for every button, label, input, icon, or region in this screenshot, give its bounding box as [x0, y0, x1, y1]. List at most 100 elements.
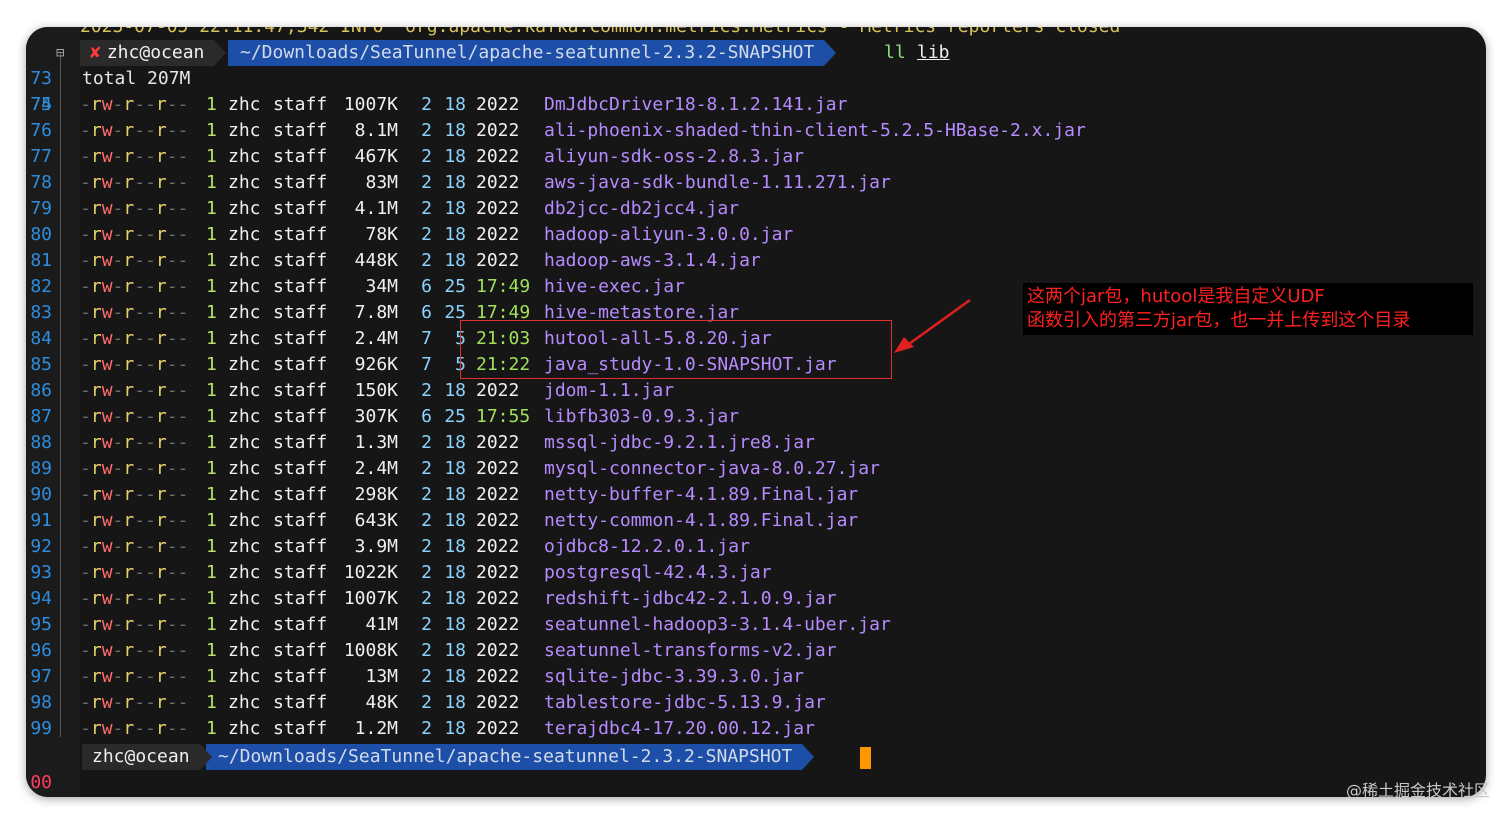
file-year-or-time: 17:49 — [476, 276, 531, 297]
annotation-line-2: 函数引入的第三方jar包，也一并上传到这个目录 — [1027, 310, 1411, 331]
prompt-path-segment: ~/Downloads/SeaTunnel/apache-seatunnel-2… — [228, 40, 837, 66]
file-row: 94 -rw-r--r-- 1 zhc staff 1007K 2 18 2022 redshif… — [26, 586, 1486, 612]
fold-icon[interactable]: ⊟ — [56, 40, 64, 66]
file-size: 8.1M — [354, 120, 398, 141]
file-row: 98 -rw-r--r-- 1 zhc staff 48K 2 18 2022 tablestor… — [26, 690, 1486, 716]
file-row: 81 -rw-r--r-- 1 zhc staff 448K 2 18 2022 hadoop-a… — [26, 248, 1486, 274]
file-group: staff — [273, 224, 328, 245]
total-text: total 207M — [82, 68, 191, 89]
file-size: 4.1M — [354, 198, 398, 219]
arrow-icon — [894, 298, 971, 353]
file-group: staff — [273, 458, 328, 479]
file-name: DmJdbcDriver18-8.1.2.141.jar — [544, 94, 848, 115]
file-permissions: -rw-r--r-- — [80, 120, 189, 141]
file-link-count: 1 — [206, 354, 217, 375]
file-month: 2 — [421, 510, 432, 531]
file-link-count: 1 — [206, 302, 217, 323]
file-day: 18 — [444, 640, 466, 661]
file-name: seatunnel-transforms-v2.jar — [544, 640, 837, 661]
file-name: aws-java-sdk-bundle-1.11.271.jar — [544, 172, 891, 193]
file-name: sqlite-jdbc-3.39.3.0.jar — [544, 666, 805, 687]
file-link-count: 1 — [206, 276, 217, 297]
file-permissions: -rw-r--r-- — [80, 172, 189, 193]
file-group: staff — [273, 484, 328, 505]
file-month: 2 — [421, 432, 432, 453]
cursor-block[interactable] — [860, 747, 871, 769]
file-month: 2 — [421, 172, 432, 193]
file-row: 97 -rw-r--r-- 1 zhc staff 13M 2 18 2022 sqlite-jd… — [26, 664, 1486, 690]
file-permissions: -rw-r--r-- — [80, 302, 189, 323]
file-permissions: -rw-r--r-- — [80, 146, 189, 167]
file-group: staff — [273, 380, 328, 401]
file-size: 448K — [354, 250, 398, 271]
prompt-path: ~/Downloads/SeaTunnel/apache-seatunnel-2… — [240, 42, 815, 63]
file-year-or-time: 2022 — [476, 224, 520, 245]
file-owner: zhc — [228, 120, 261, 141]
line-number: 87 — [30, 406, 52, 427]
file-name: postgresql-42.4.3.jar — [544, 562, 772, 583]
file-month: 2 — [421, 614, 432, 635]
file-owner: zhc — [228, 198, 261, 219]
file-size: 2.4M — [354, 458, 398, 479]
file-permissions: -rw-r--r-- — [80, 432, 189, 453]
file-year-or-time: 17:55 — [476, 406, 531, 427]
file-group: staff — [273, 120, 328, 141]
command-arg: lib — [917, 42, 950, 63]
file-group: staff — [273, 692, 328, 713]
file-permissions: -rw-r--r-- — [80, 536, 189, 557]
line-number: 89 — [30, 458, 52, 479]
prompt-line: 73 ⊟ ✘ zhc@ocean ~/Downloads/SeaTunnel/ap… — [26, 40, 1486, 89]
file-owner: zhc — [228, 302, 261, 323]
file-link-count: 1 — [206, 198, 217, 219]
terminal-window[interactable]: 2023-07-05 22:11:47,342 INFO org.apache.… — [26, 27, 1486, 797]
file-group: staff — [273, 640, 328, 661]
file-row: 80 -rw-r--r-- 1 zhc staff 78K 2 18 2022 hadoop-al… — [26, 222, 1486, 248]
total-line: 74 total 207M — [26, 66, 1486, 115]
file-permissions: -rw-r--r-- — [80, 484, 189, 505]
file-day: 18 — [444, 250, 466, 271]
file-link-count: 1 — [206, 666, 217, 687]
file-month: 2 — [421, 484, 432, 505]
file-day: 18 — [444, 120, 466, 141]
file-row: 76 -rw-r--r-- 1 zhc staff 8.1M 2 18 2022 ali-phoe… — [26, 118, 1486, 144]
file-day: 18 — [444, 432, 466, 453]
line-number: 82 — [30, 276, 52, 297]
prompt-user: zhc@ocean — [92, 746, 190, 767]
line-number: 80 — [30, 224, 52, 245]
file-link-count: 1 — [206, 224, 217, 245]
file-year-or-time: 2022 — [476, 432, 520, 453]
file-name: db2jcc-db2jcc4.jar — [544, 198, 740, 219]
file-owner: zhc — [228, 224, 261, 245]
file-year-or-time: 2022 — [476, 562, 520, 583]
file-link-count: 1 — [206, 562, 217, 583]
file-month: 2 — [421, 692, 432, 713]
file-owner: zhc — [228, 146, 261, 167]
file-link-count: 1 — [206, 328, 217, 349]
file-size: 1.3M — [354, 432, 398, 453]
watermark: @稀土掘金技术社区 — [1345, 781, 1490, 800]
line-number: 99 — [30, 718, 52, 739]
file-group: staff — [273, 406, 328, 427]
file-month: 2 — [421, 120, 432, 141]
file-day: 18 — [444, 614, 466, 635]
file-link-count: 1 — [206, 380, 217, 401]
file-name: netty-buffer-4.1.89.Final.jar — [544, 484, 859, 505]
file-year-or-time: 2022 — [476, 146, 520, 167]
file-name: redshift-jdbc42-2.1.0.9.jar — [544, 588, 837, 609]
file-year-or-time: 2022 — [476, 614, 520, 635]
file-group: staff — [273, 276, 328, 297]
file-permissions: -rw-r--r-- — [80, 666, 189, 687]
file-owner: zhc — [228, 640, 261, 661]
file-permissions: -rw-r--r-- — [80, 250, 189, 271]
file-group: staff — [273, 432, 328, 453]
file-size: 1008K — [343, 640, 398, 661]
file-day: 18 — [444, 510, 466, 531]
annotation-note: 这两个jar包，hutool是我自定义UDF 函数引入的第三方jar包，也一并上… — [1023, 283, 1473, 335]
file-size: 150K — [354, 380, 398, 401]
file-owner: zhc — [228, 172, 261, 193]
prompt-line-current: 00 zhc@ocean ~/Downloads/SeaTunnel/apach… — [26, 744, 1486, 793]
file-link-count: 1 — [206, 432, 217, 453]
line-number: 95 — [30, 614, 52, 635]
file-year-or-time: 2022 — [476, 250, 520, 271]
file-permissions: -rw-r--r-- — [80, 458, 189, 479]
